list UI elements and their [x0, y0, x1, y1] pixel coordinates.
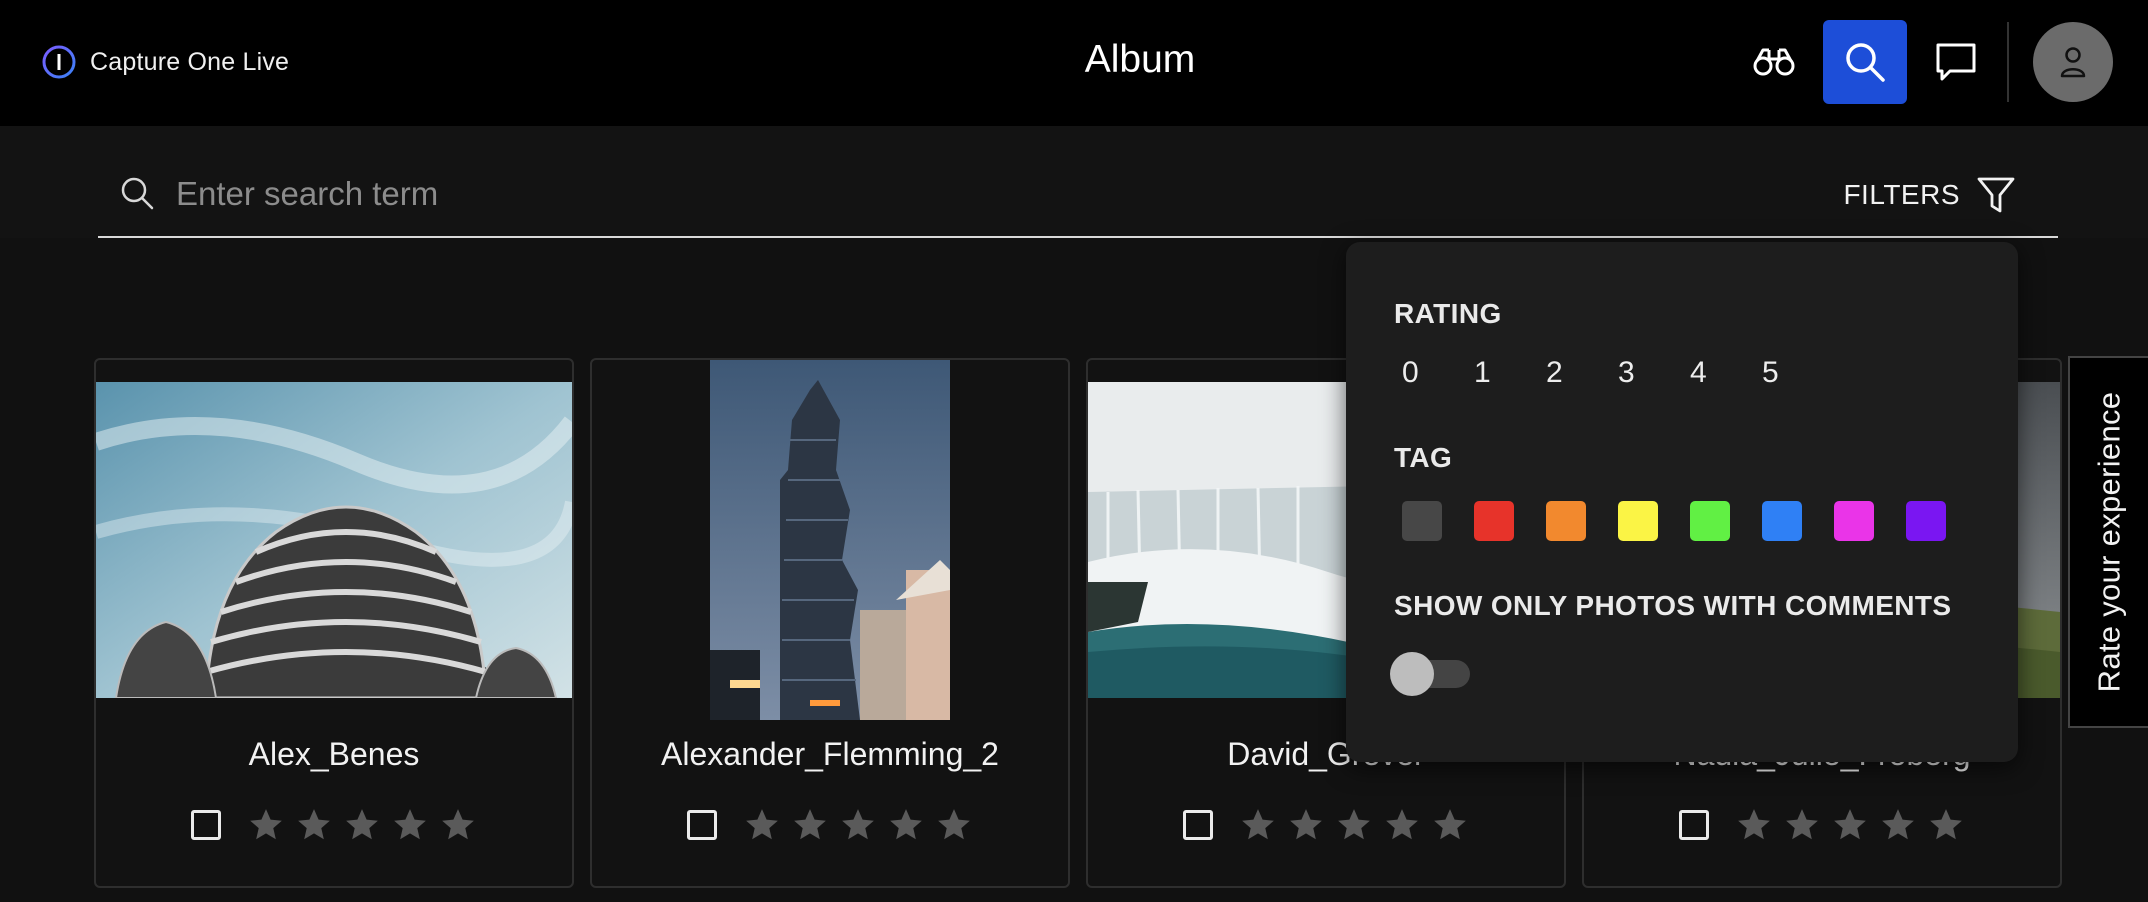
card-controls	[1584, 806, 2060, 844]
star-icon[interactable]	[295, 806, 333, 844]
star-icon[interactable]	[1239, 806, 1277, 844]
star-icon[interactable]	[1383, 806, 1421, 844]
photo-card[interactable]: Alex_Benes	[94, 358, 574, 888]
star-icon[interactable]	[935, 806, 973, 844]
star-icon[interactable]	[887, 806, 925, 844]
select-checkbox[interactable]	[191, 810, 221, 840]
binoculars-icon	[1753, 48, 1795, 76]
tag-swatch-orange[interactable]	[1546, 501, 1586, 541]
star-icon[interactable]	[1927, 806, 1965, 844]
comments-button[interactable]	[1914, 20, 1998, 104]
star-icon[interactable]	[743, 806, 781, 844]
star-icon[interactable]	[1335, 806, 1373, 844]
star-icon[interactable]	[343, 806, 381, 844]
photo-thumbnail[interactable]	[710, 360, 950, 720]
rating-option[interactable]: 3	[1618, 356, 1690, 390]
star-icon[interactable]	[839, 806, 877, 844]
tag-swatch-green[interactable]	[1690, 501, 1730, 541]
rating-option[interactable]: 5	[1762, 356, 1834, 390]
star-icon[interactable]	[1287, 806, 1325, 844]
tag-swatch-yellow[interactable]	[1618, 501, 1658, 541]
rate-experience-label: Rate your experience	[2091, 391, 2127, 693]
filters-label: FILTERS	[1843, 179, 1960, 210]
card-controls	[592, 806, 1068, 844]
star-icon[interactable]	[1783, 806, 1821, 844]
rating-option[interactable]: 2	[1546, 356, 1618, 390]
comments-only-toggle[interactable]	[1390, 652, 1470, 696]
comments-heading: SHOW ONLY PHOTOS WITH COMMENTS	[1394, 590, 1952, 621]
search-input[interactable]	[176, 172, 1176, 216]
star-icon[interactable]	[1831, 806, 1869, 844]
search-bar: FILTERS	[0, 126, 2148, 238]
select-checkbox[interactable]	[1679, 810, 1709, 840]
top-bar: Capture One Live Album	[0, 0, 2148, 126]
star-icon[interactable]	[391, 806, 429, 844]
photo-card[interactable]: Alexander_Flemming_2	[590, 358, 1070, 888]
photo-name: Alexander_Flemming_2	[661, 736, 999, 772]
tag-swatch-blue[interactable]	[1762, 501, 1802, 541]
rating-options: 0 1 2 3 4 5	[1402, 356, 1834, 390]
tag-swatches	[1402, 501, 1946, 541]
tag-swatch-purple[interactable]	[1906, 501, 1946, 541]
user-icon	[2060, 47, 2086, 78]
photo-thumbnail[interactable]	[96, 382, 572, 698]
photo-name: Alex_Benes	[248, 736, 420, 772]
select-checkbox[interactable]	[687, 810, 717, 840]
star-icon[interactable]	[791, 806, 829, 844]
tag-heading: TAG	[1394, 442, 1453, 473]
chat-icon	[1936, 43, 1976, 81]
rating-option[interactable]: 4	[1690, 356, 1762, 390]
toolbar-divider	[2007, 22, 2009, 102]
tag-swatch-magenta[interactable]	[1834, 501, 1874, 541]
card-controls	[1088, 806, 1564, 844]
select-checkbox[interactable]	[1183, 810, 1213, 840]
user-avatar-button[interactable]	[2033, 22, 2113, 102]
star-icon[interactable]	[439, 806, 477, 844]
toggle-knob	[1390, 652, 1434, 696]
star-icon[interactable]	[247, 806, 285, 844]
binoculars-button[interactable]	[1732, 20, 1816, 104]
star-icon[interactable]	[1735, 806, 1773, 844]
rate-experience-tab[interactable]: Rate your experience	[2068, 356, 2148, 728]
rating-option[interactable]: 1	[1474, 356, 1546, 390]
tag-swatch-red[interactable]	[1474, 501, 1514, 541]
rating-option[interactable]: 0	[1402, 356, 1474, 390]
search-field-icon	[121, 177, 154, 210]
star-icon[interactable]	[1431, 806, 1469, 844]
search-toggle-button[interactable]	[1823, 20, 1907, 104]
rating-heading: RATING	[1394, 298, 1502, 329]
filter-funnel-icon	[1977, 177, 2015, 213]
filters-button[interactable]: FILTERS	[1843, 174, 2016, 216]
search-icon	[1846, 43, 1885, 82]
filter-panel: RATING 0 1 2 3 4 5 TAG SHOW ONLY PHOTOS …	[1346, 242, 2018, 762]
tag-swatch-gray[interactable]	[1402, 501, 1442, 541]
star-icon[interactable]	[1879, 806, 1917, 844]
search-row: FILTERS	[98, 126, 2058, 238]
card-controls	[96, 806, 572, 844]
